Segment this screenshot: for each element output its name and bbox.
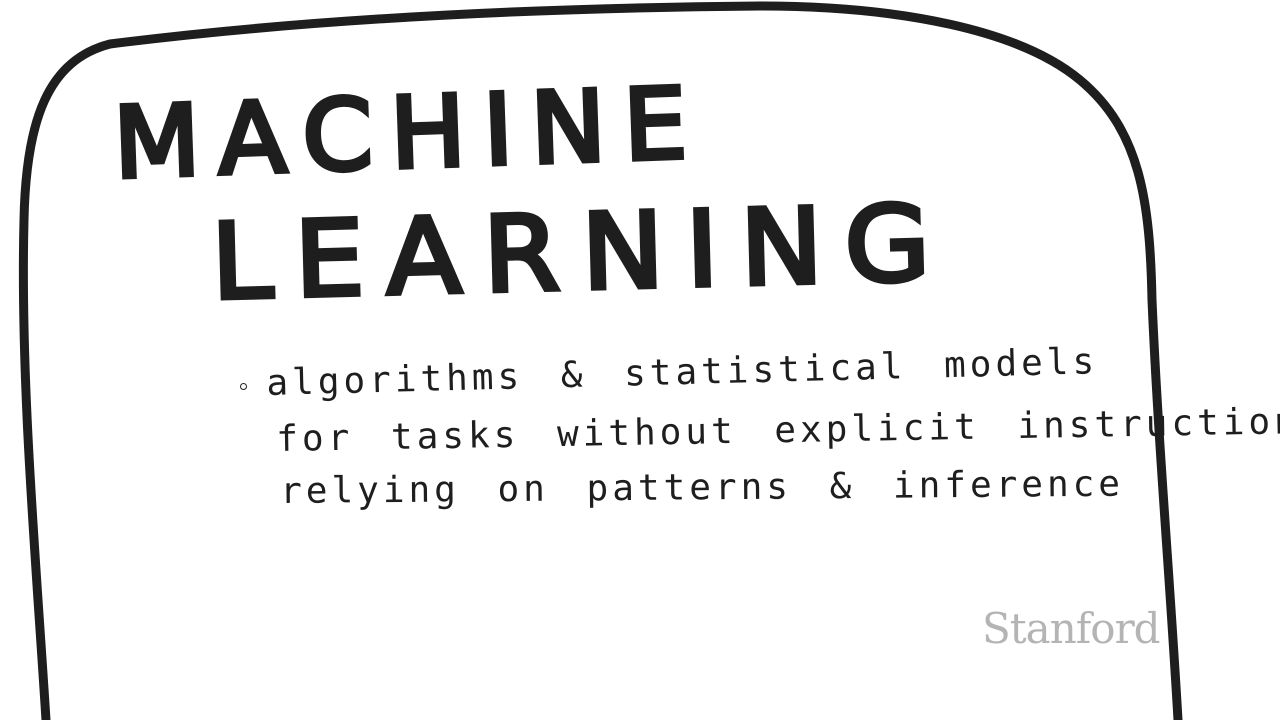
title-machine: MACHINE bbox=[109, 63, 709, 203]
bullet-dot-icon bbox=[240, 383, 247, 390]
bullet-text-line-3: relying on patterns & inference bbox=[279, 463, 1125, 512]
stanford-watermark: Stanford bbox=[982, 604, 1161, 653]
title-learning: LEARNING bbox=[207, 180, 956, 326]
